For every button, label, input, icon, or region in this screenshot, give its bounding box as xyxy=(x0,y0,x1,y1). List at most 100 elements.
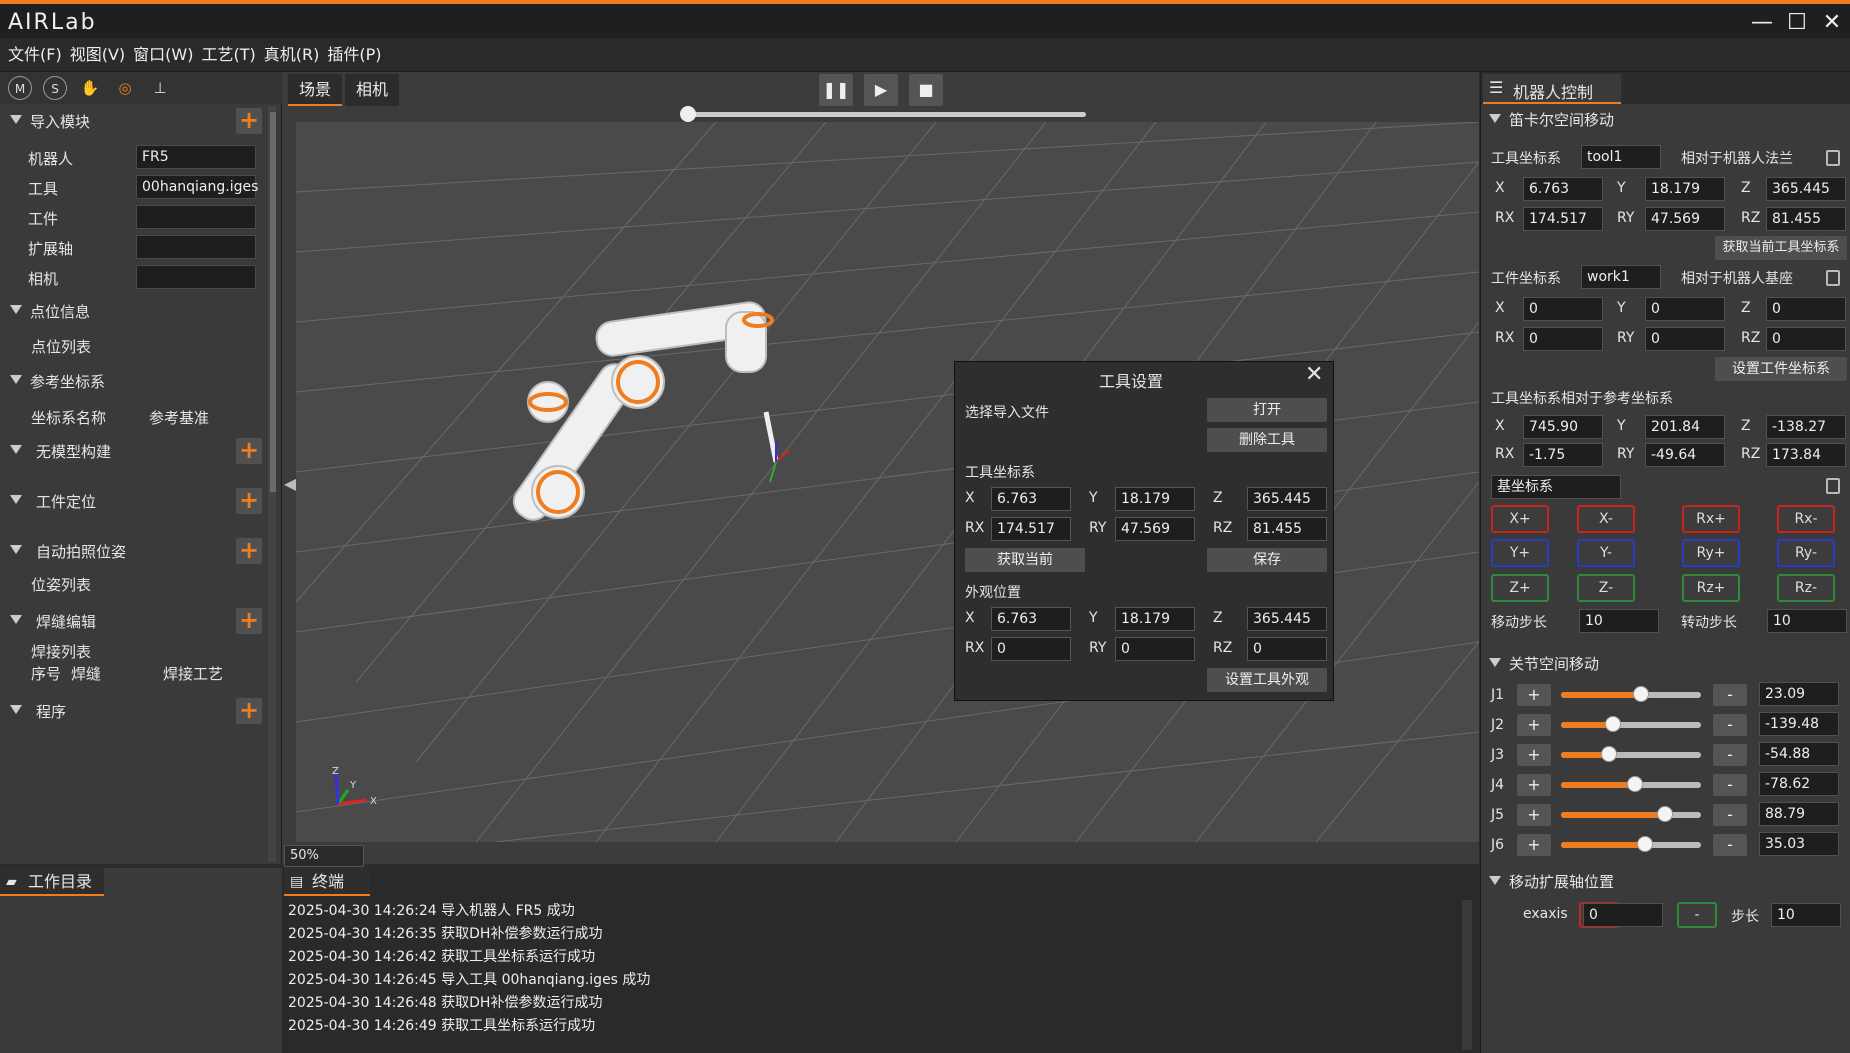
joint-slider-knob[interactable] xyxy=(1600,746,1617,762)
joint-plus-button[interactable]: + xyxy=(1517,804,1551,826)
add-program-button[interactable]: + xyxy=(236,698,262,724)
joint-slider-knob[interactable] xyxy=(1637,836,1653,852)
jog-rx-minus[interactable]: Rx- xyxy=(1777,505,1835,533)
work-z-input[interactable]: 0 xyxy=(1766,297,1846,321)
joint-slider-knob[interactable] xyxy=(1627,776,1644,792)
play-icon[interactable]: ▶ xyxy=(864,74,898,106)
tab-camera[interactable]: 相机 xyxy=(345,74,400,106)
workpiece-field[interactable] xyxy=(136,205,256,229)
tool-field[interactable]: 00hanqiang.iges xyxy=(136,175,258,199)
joint-plus-button[interactable]: + xyxy=(1517,684,1551,706)
set-appearance-button[interactable]: 设置工具外观 xyxy=(1207,668,1327,692)
jog-y-minus[interactable]: Y- xyxy=(1577,539,1635,567)
app-ry-input[interactable]: 0 xyxy=(1115,637,1195,661)
pose-ry-input[interactable]: -49.64 xyxy=(1645,443,1725,467)
pose-z-input[interactable]: -138.27 xyxy=(1766,415,1846,439)
ext-axis-field[interactable] xyxy=(136,235,256,259)
ext-step-input[interactable]: 10 xyxy=(1771,903,1841,927)
joint-plus-button[interactable]: + xyxy=(1517,774,1551,796)
jog-rz-minus[interactable]: Rz- xyxy=(1777,574,1835,602)
jog-x-plus[interactable]: X+ xyxy=(1491,505,1549,533)
work-x-input[interactable]: 0 xyxy=(1523,297,1603,321)
work-rx-input[interactable]: 0 xyxy=(1523,327,1603,351)
pose-rz-input[interactable]: 173.84 xyxy=(1766,443,1846,467)
joint-plus-button[interactable]: + xyxy=(1517,714,1551,736)
work-ry-input[interactable]: 0 xyxy=(1645,327,1725,351)
menu-plugin[interactable]: 插件(P) xyxy=(323,38,385,72)
tab-scene[interactable]: 场景 xyxy=(288,74,343,106)
joint-slider-knob[interactable] xyxy=(1632,686,1649,702)
m-mode-icon[interactable]: M xyxy=(8,76,32,100)
dialog-close-icon[interactable]: ✕ xyxy=(1305,362,1323,387)
add-weld-button[interactable]: + xyxy=(236,608,262,634)
work-frame-select[interactable]: work1 xyxy=(1581,265,1661,289)
tool-z-input[interactable]: 365.445 xyxy=(1766,177,1846,201)
section-nomodel[interactable]: 无模型构建 + xyxy=(0,436,262,466)
joint-slider[interactable] xyxy=(1561,686,1701,702)
joint-value[interactable]: -78.62 xyxy=(1759,772,1839,796)
add-import-button[interactable]: + xyxy=(236,108,262,134)
menu-window[interactable]: 窗口(W) xyxy=(129,38,197,72)
stop-icon[interactable]: ■ xyxy=(909,74,943,106)
close-icon[interactable]: ✕ xyxy=(1815,8,1849,38)
tool-y-input[interactable]: 18.179 xyxy=(1645,177,1725,201)
collapse-left-icon[interactable]: ◀ xyxy=(284,474,296,498)
terminal-scrollbar[interactable] xyxy=(1462,900,1472,1050)
work-y-input[interactable]: 0 xyxy=(1645,297,1725,321)
robot-field[interactable]: FR5 xyxy=(136,145,256,169)
section-ext-axis[interactable]: 移动扩展轴位置 xyxy=(1481,868,1850,894)
joint-slider-knob[interactable] xyxy=(1656,806,1673,822)
tab-workdir[interactable]: ▰ 工作目录 xyxy=(0,868,104,896)
joint-minus-button[interactable]: - xyxy=(1713,804,1747,826)
joint-minus-button[interactable]: - xyxy=(1713,714,1747,736)
jog-rx-plus[interactable]: Rx+ xyxy=(1682,505,1740,533)
joint-slider[interactable] xyxy=(1561,746,1701,762)
tool-x-input[interactable]: 6.763 xyxy=(1523,177,1603,201)
menu-view[interactable]: 视图(V) xyxy=(66,38,129,72)
jog-x-minus[interactable]: X- xyxy=(1577,505,1635,533)
maximize-icon[interactable]: ☐ xyxy=(1780,8,1814,38)
dlg-rx-input[interactable]: 174.517 xyxy=(991,517,1071,541)
joint-value[interactable]: 35.03 xyxy=(1759,832,1839,856)
save-base-icon[interactable] xyxy=(1826,478,1840,494)
joint-minus-button[interactable]: - xyxy=(1713,774,1747,796)
target-icon[interactable]: ◎ xyxy=(113,76,137,100)
section-joint[interactable]: 关节空间移动 xyxy=(1481,650,1850,676)
s-mode-icon[interactable]: S xyxy=(43,76,67,100)
section-program[interactable]: 程序 + xyxy=(0,696,262,726)
joint-plus-button[interactable]: + xyxy=(1517,744,1551,766)
save-button[interactable]: 保存 xyxy=(1207,548,1327,572)
joint-slider[interactable] xyxy=(1561,806,1701,822)
tool-frame-select[interactable]: tool1 xyxy=(1581,145,1661,169)
joint-slider[interactable] xyxy=(1561,716,1701,732)
add-nomodel-button[interactable]: + xyxy=(236,438,262,464)
axis-icon[interactable]: ⊥ xyxy=(148,76,172,100)
left-scrollbar-thumb[interactable] xyxy=(270,112,276,492)
tab-terminal[interactable]: ▤ 终端 xyxy=(284,868,370,896)
menu-process[interactable]: 工艺(T) xyxy=(197,38,259,72)
section-import[interactable]: 导入模块 + xyxy=(0,106,262,136)
move-step-input[interactable]: 10 xyxy=(1579,609,1659,633)
tool-rz-input[interactable]: 81.455 xyxy=(1766,207,1846,231)
jog-rz-plus[interactable]: Rz+ xyxy=(1682,574,1740,602)
pause-icon[interactable]: ❚❚ xyxy=(819,74,853,106)
app-rz-input[interactable]: 0 xyxy=(1247,637,1327,661)
dlg-ry-input[interactable]: 47.569 xyxy=(1115,517,1195,541)
joint-minus-button[interactable]: - xyxy=(1713,834,1747,856)
app-x-input[interactable]: 6.763 xyxy=(991,607,1071,631)
points-list[interactable]: 点位列表 xyxy=(31,336,91,357)
joint-slider[interactable] xyxy=(1561,836,1701,852)
jog-ry-minus[interactable]: Ry- xyxy=(1777,539,1835,567)
dlg-rz-input[interactable]: 81.455 xyxy=(1247,517,1327,541)
joint-value[interactable]: 23.09 xyxy=(1759,682,1839,706)
app-rx-input[interactable]: 0 xyxy=(991,637,1071,661)
hand-icon[interactable]: ✋ xyxy=(78,76,102,100)
jog-y-plus[interactable]: Y+ xyxy=(1491,539,1549,567)
pose-list[interactable]: 位姿列表 xyxy=(31,574,91,595)
joint-value[interactable]: -54.88 xyxy=(1759,742,1839,766)
add-workpos-button[interactable]: + xyxy=(236,488,262,514)
playback-track[interactable] xyxy=(686,112,1086,117)
rot-step-input[interactable]: 10 xyxy=(1767,609,1847,633)
work-rz-input[interactable]: 0 xyxy=(1766,327,1846,351)
section-weld[interactable]: 焊缝编辑 + xyxy=(0,606,262,636)
